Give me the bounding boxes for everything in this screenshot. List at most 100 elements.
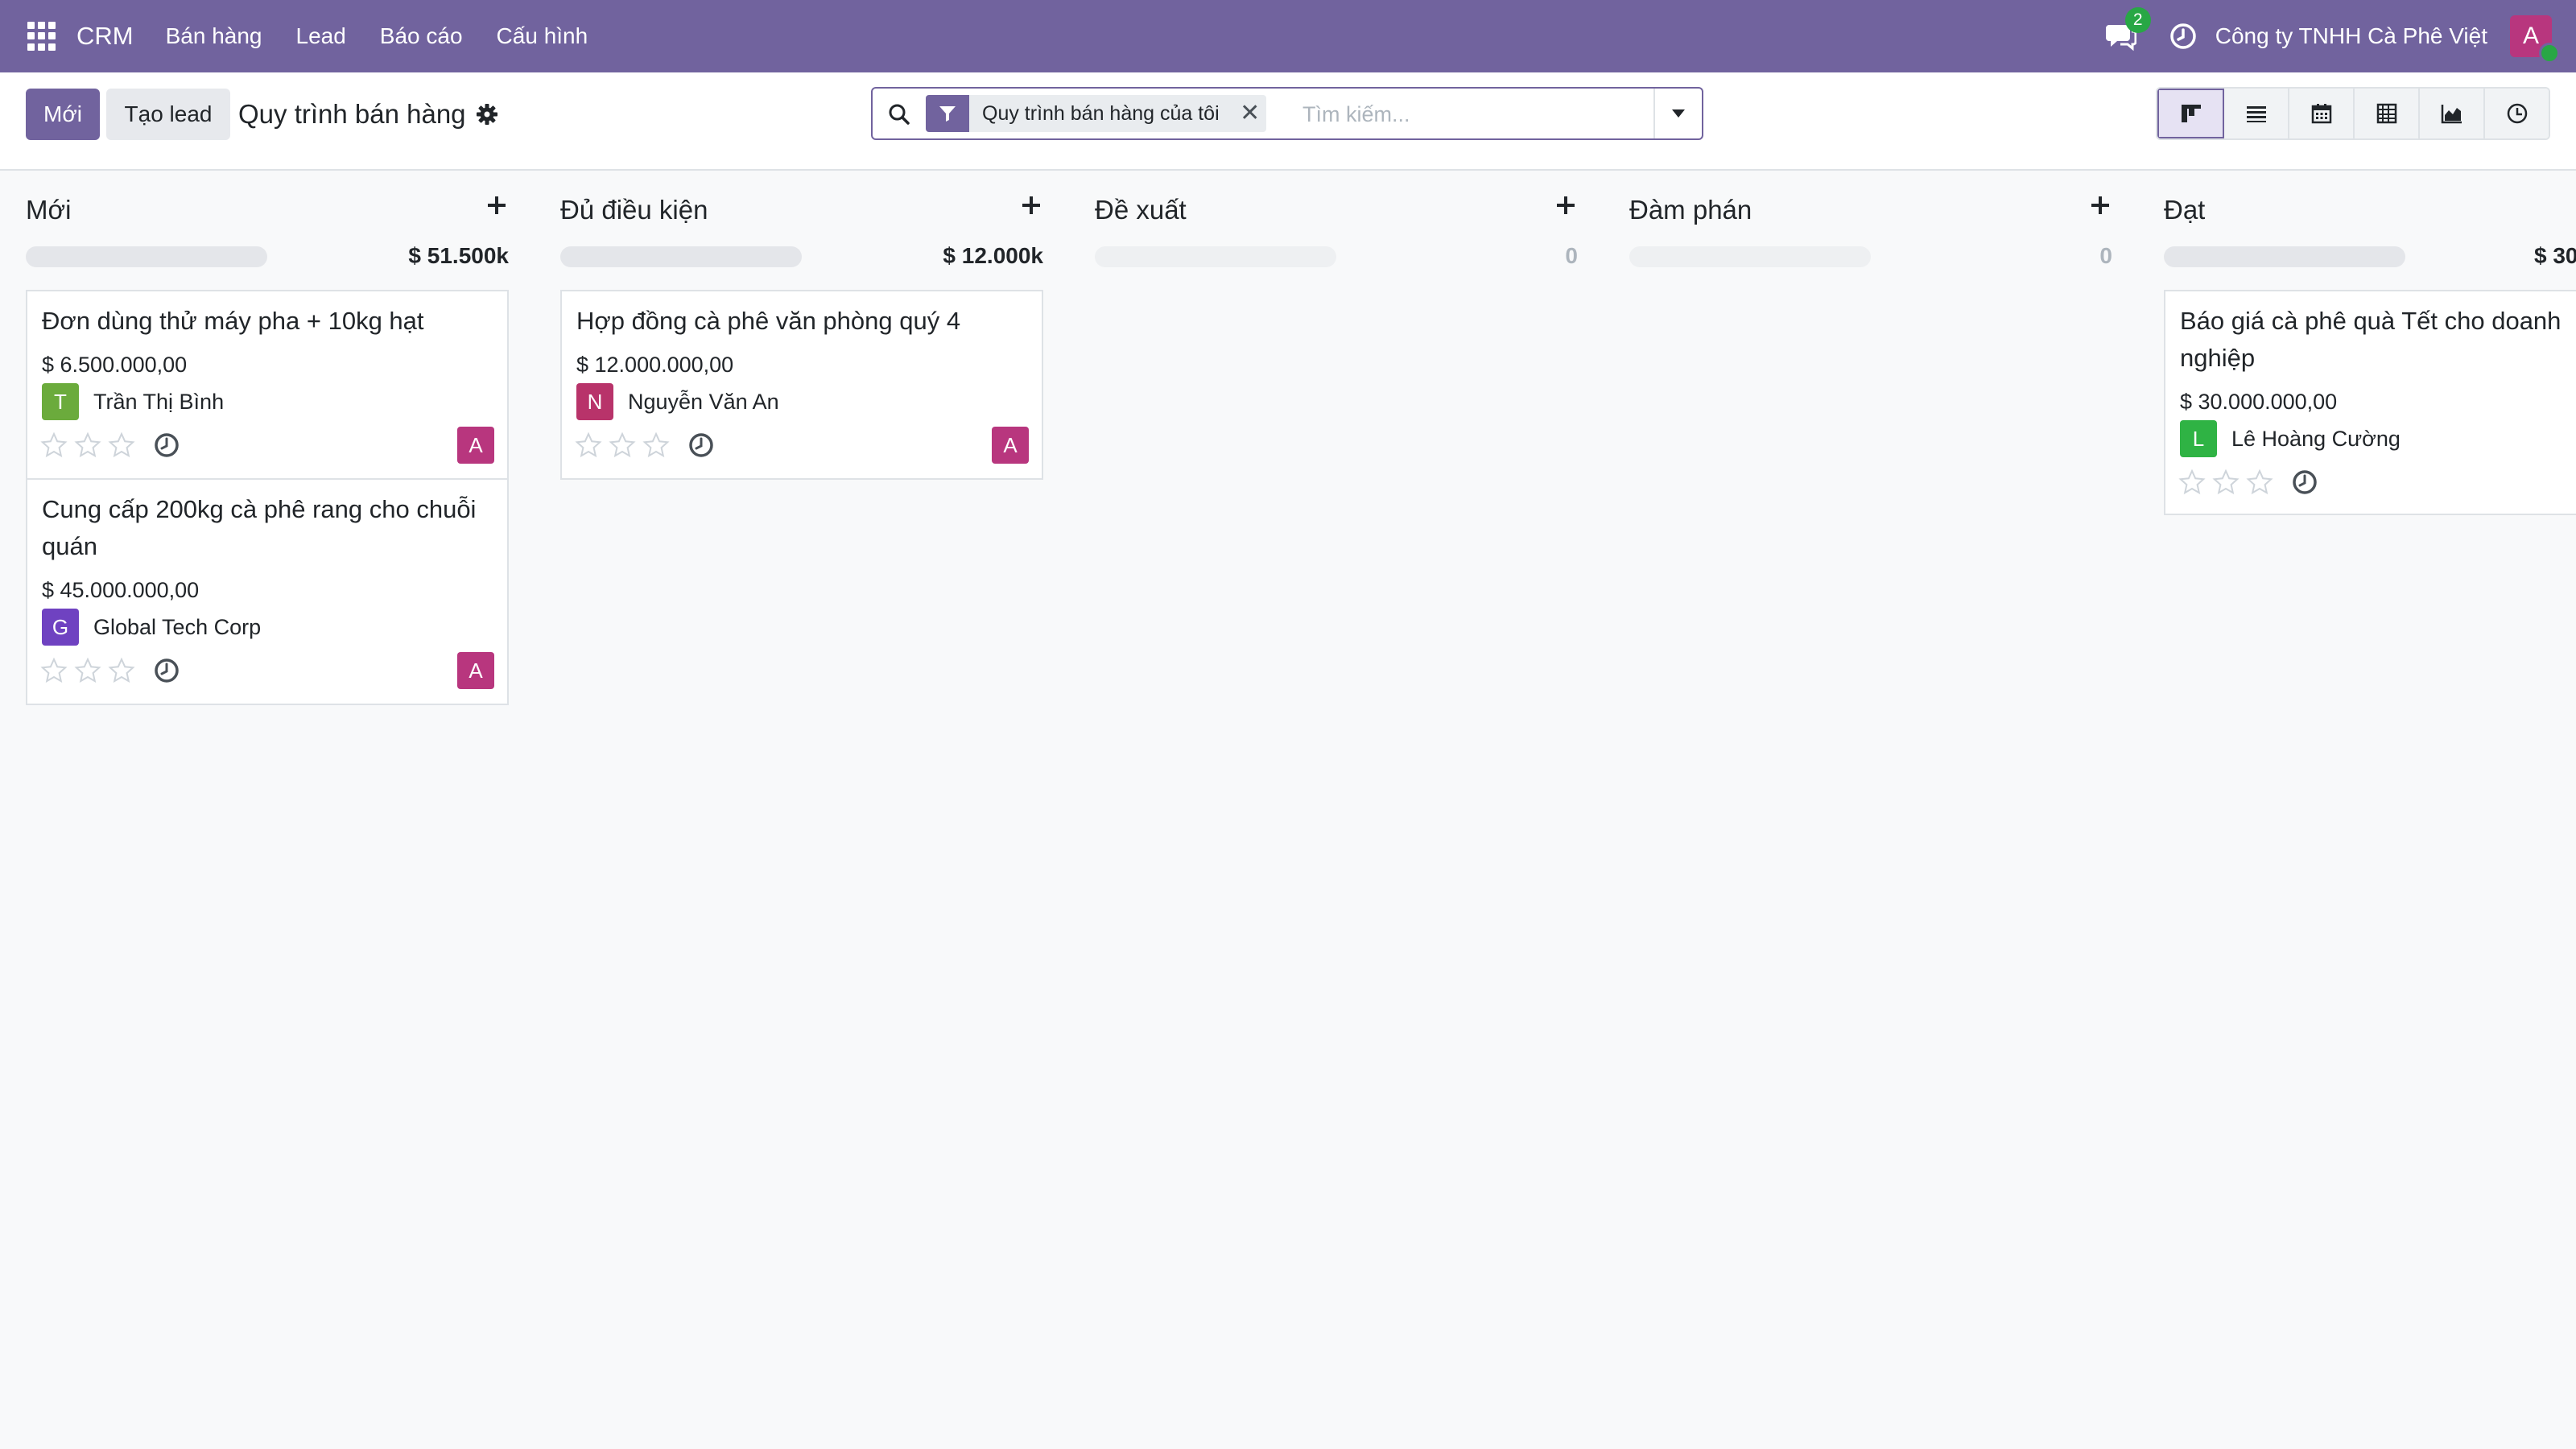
salesperson-avatar[interactable]: A [457, 427, 494, 464]
search-options-toggle[interactable] [1653, 89, 1702, 138]
card-footer [2178, 469, 2318, 496]
column-title[interactable]: Mới [26, 195, 71, 225]
activity-clock-icon[interactable] [153, 431, 180, 459]
filter-icon [926, 95, 969, 132]
column-progress-bar[interactable] [560, 246, 802, 267]
card-amount: $ 45.000.000,00 [42, 578, 200, 602]
column-progress-bar[interactable] [1095, 246, 1336, 267]
salesperson-avatar[interactable]: A [992, 427, 1029, 464]
card-customer: L Lê Hoàng Cường [2180, 420, 2401, 457]
star-icon[interactable] [575, 431, 602, 459]
star-icon[interactable] [2212, 469, 2240, 496]
card-customer: T Trần Thị Bình [42, 383, 224, 420]
star-icon[interactable] [609, 431, 636, 459]
create-lead-button[interactable]: Tạo lead [106, 89, 230, 140]
kanban-card[interactable]: Hợp đồng cà phê văn phòng quý 4 $ 12.000… [560, 290, 1043, 480]
card-footer [40, 431, 180, 459]
star-icon[interactable] [642, 431, 670, 459]
plus-icon[interactable] [1554, 193, 1578, 217]
star-icon[interactable] [74, 431, 101, 459]
card-footer [40, 657, 180, 684]
column-progress-bar[interactable] [26, 246, 267, 267]
filter-facet: Quy trình bán hàng của tôi ✕ [926, 95, 1266, 132]
kanban-card[interactable]: Đơn dùng thử máy pha + 10kg hạt $ 6.500.… [26, 290, 509, 480]
star-icon[interactable] [108, 657, 135, 684]
star-icon[interactable] [2246, 469, 2273, 496]
customer-name: Nguyễn Văn An [628, 389, 779, 414]
app-brand[interactable]: CRM [76, 22, 134, 51]
card-amount: $ 6.500.000,00 [42, 353, 188, 377]
pivot-view-button[interactable] [2355, 89, 2420, 138]
search-input[interactable] [1301, 95, 1682, 134]
apps-menu-icon[interactable] [27, 22, 56, 51]
customer-name: Trần Thị Bình [93, 389, 225, 414]
kanban-column-won: Đạt $ 30 Báo giá cà phê quà Tết cho doan… [2164, 169, 2576, 531]
caret-down-icon [1672, 109, 1685, 118]
customer-avatar: T [42, 383, 79, 420]
plus-icon[interactable] [485, 193, 509, 217]
menu-item-lead[interactable]: Lead [296, 23, 346, 49]
column-total: 0 [2099, 243, 2112, 268]
kanban-column-qualified: Đủ điều kiện $ 12.000k Hợp đồng cà phê v… [560, 169, 1043, 491]
star-icon[interactable] [108, 431, 135, 459]
column-title[interactable]: Đề xuất [1095, 195, 1187, 225]
activity-view-button[interactable] [2485, 89, 2549, 138]
messages-count-badge: 2 [2124, 7, 2151, 33]
card-footer [575, 431, 715, 459]
column-title[interactable]: Đàm phán [1629, 195, 1752, 225]
graph-icon [2441, 105, 2462, 124]
menu-item-reports[interactable]: Báo cáo [380, 23, 463, 49]
new-button[interactable]: Mới [26, 89, 100, 140]
company-switcher[interactable]: Công ty TNHH Cà Phê Việt [2215, 23, 2487, 49]
card-title: Hợp đồng cà phê văn phòng quý 4 [576, 307, 961, 335]
column-title[interactable]: Đạt [2164, 195, 2205, 225]
star-icon[interactable] [2178, 469, 2206, 496]
activity-clock-icon[interactable] [2291, 469, 2318, 496]
column-progress-bar[interactable] [1629, 246, 1871, 267]
column-total: $ 12.000k [943, 243, 1043, 268]
page-title: Quy trình bán hàng [238, 99, 466, 129]
graph-view-button[interactable] [2420, 89, 2485, 138]
kanban-view-button[interactable] [2157, 89, 2224, 138]
list-icon [2246, 106, 2266, 122]
card-title: Cung cấp 200kg cà phê rang cho chuỗi quá… [42, 495, 477, 560]
kanban-icon [2181, 105, 2201, 122]
online-status-dot [2539, 43, 2560, 64]
control-panel: Mới Tạo lead Quy trình bán hàng Quy trìn… [0, 72, 2576, 171]
column-total: 0 [1565, 243, 1578, 268]
kanban-card[interactable]: Cung cấp 200kg cà phê rang cho chuỗi quá… [26, 478, 509, 705]
user-avatar[interactable]: A [2510, 15, 2560, 64]
list-view-button[interactable] [2224, 89, 2289, 138]
card-title: Đơn dùng thử máy pha + 10kg hạt [42, 307, 424, 335]
pivot-icon [2376, 103, 2396, 124]
card-amount: $ 12.000.000,00 [576, 353, 734, 377]
card-title: Báo giá cà phê quà Tết cho doanh nghiệp [2180, 307, 2562, 372]
customer-avatar: L [2180, 420, 2217, 457]
activity-clock-icon[interactable] [687, 431, 715, 459]
kanban-card[interactable]: Báo giá cà phê quà Tết cho doanh nghiệp … [2164, 290, 2576, 515]
customer-name: Global Tech Corp [93, 614, 262, 639]
search-icon[interactable] [887, 102, 911, 126]
plus-icon[interactable] [2088, 193, 2112, 217]
menu-item-config[interactable]: Cấu hình [497, 23, 588, 49]
top-navbar: CRM Bán hàng Lead Báo cáo Cấu hình 2 Côn… [0, 0, 2576, 72]
plus-icon[interactable] [1019, 193, 1043, 217]
activity-clock-icon[interactable] [2169, 22, 2198, 51]
activity-clock-icon[interactable] [153, 657, 180, 684]
remove-facet-close-icon[interactable]: ✕ [1234, 95, 1266, 132]
star-icon[interactable] [74, 657, 101, 684]
menu-item-sales[interactable]: Bán hàng [166, 23, 262, 49]
messages-icon[interactable]: 2 [2104, 7, 2151, 52]
calendar-view-button[interactable] [2289, 89, 2355, 138]
customer-name: Lê Hoàng Cường [2231, 426, 2401, 451]
kanban-column-proposal: Đề xuất 0 [1095, 169, 1578, 282]
star-icon[interactable] [40, 657, 68, 684]
calendar-icon [2311, 104, 2331, 124]
card-amount: $ 30.000.000,00 [2180, 390, 2338, 414]
column-progress-bar[interactable] [2164, 246, 2405, 267]
column-title[interactable]: Đủ điều kiện [560, 195, 708, 225]
gear-icon[interactable] [476, 103, 498, 126]
kanban-column-negotiation: Đàm phán 0 [1629, 169, 2112, 282]
salesperson-avatar[interactable]: A [457, 652, 494, 689]
star-icon[interactable] [40, 431, 68, 459]
